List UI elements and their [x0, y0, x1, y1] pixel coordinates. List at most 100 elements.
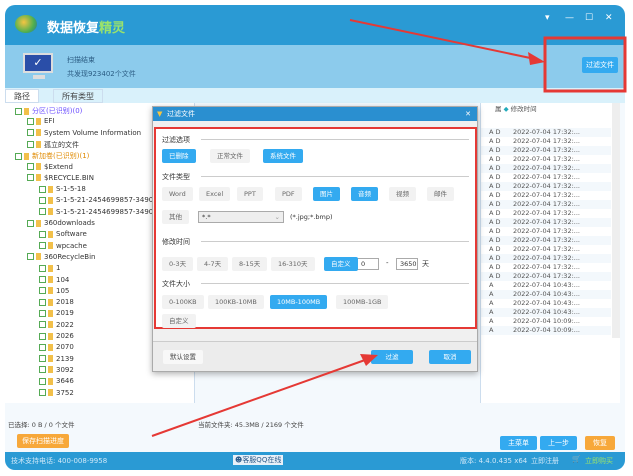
table-row[interactable]: A D 2022-07-04 17:32:...: [481, 245, 611, 254]
table-row[interactable]: A D 2022-07-04 17:32:...: [481, 272, 611, 281]
qq-online-link[interactable]: ☻客服QQ在线: [233, 455, 284, 465]
option-4-7天[interactable]: 4-7天: [197, 257, 229, 271]
tree-node[interactable]: 新加卷(已识别)(1): [15, 151, 89, 161]
checkbox[interactable]: [39, 366, 46, 374]
checkbox[interactable]: [39, 355, 46, 363]
table-row[interactable]: A D 2022-07-04 17:32:...: [481, 200, 611, 209]
option-Excel[interactable]: Excel: [199, 187, 231, 201]
tree-node[interactable]: S-1-5-21-2454699857-3490: [39, 208, 153, 216]
table-row[interactable]: A D 2022-07-04 17:32:...: [481, 137, 611, 146]
prev-button[interactable]: 上一步: [540, 436, 577, 450]
table-row[interactable]: A D 2022-07-04 17:32:...: [481, 182, 611, 191]
tree-node[interactable]: 2022: [39, 321, 74, 329]
table-row[interactable]: A D 2022-07-04 17:32:...: [481, 146, 611, 155]
default-settings-button[interactable]: 默认设置: [163, 350, 203, 364]
checkbox[interactable]: [27, 163, 34, 170]
checkbox[interactable]: [27, 253, 34, 261]
checkbox[interactable]: [39, 208, 46, 216]
tab-path[interactable]: 路径: [5, 89, 39, 103]
option-自定义[interactable]: 自定义: [324, 257, 358, 271]
checkbox[interactable]: [39, 242, 46, 250]
table-row[interactable]: A 2022-07-04 10:43:...: [481, 290, 611, 299]
table-row[interactable]: A D 2022-07-04 17:32:...: [481, 218, 611, 227]
table-row[interactable]: A 2022-07-04 10:43:...: [481, 299, 611, 308]
checkbox[interactable]: [39, 230, 46, 238]
tree-node[interactable]: wpcache: [39, 242, 87, 250]
tree-node[interactable]: 2019: [39, 309, 74, 317]
checkbox[interactable]: [39, 332, 46, 340]
option-视频[interactable]: 视频: [389, 187, 416, 201]
option-系统文件[interactable]: 系统文件: [263, 149, 303, 163]
minimize-icon[interactable]: —: [565, 13, 574, 23]
checkbox[interactable]: [27, 129, 34, 137]
tree-node[interactable]: Software: [39, 230, 87, 238]
option-10MB-100MB[interactable]: 10MB-100MB: [270, 295, 328, 309]
tree-node[interactable]: $RECYCLE.BIN: [27, 174, 94, 182]
tree-node[interactable]: 105: [39, 287, 69, 295]
tree-node[interactable]: S-1-5-18: [39, 185, 86, 193]
main-menu-button[interactable]: 主菜单: [500, 436, 537, 450]
checkbox[interactable]: [39, 377, 46, 385]
option-已删除[interactable]: 已删除: [162, 149, 196, 163]
col-time[interactable]: 修改时间: [511, 105, 537, 113]
days-from-input[interactable]: 0: [357, 258, 379, 270]
tree-node[interactable]: 3752: [39, 389, 74, 397]
checkbox[interactable]: [39, 264, 46, 272]
days-to-input[interactable]: 3650: [396, 258, 418, 270]
tree-node[interactable]: 分区(已识别)(0): [15, 106, 82, 116]
option-PDF[interactable]: PDF: [275, 187, 302, 201]
tree-node[interactable]: 1: [39, 264, 60, 272]
vertical-scrollbar[interactable]: [612, 103, 620, 338]
checkbox[interactable]: [39, 321, 46, 329]
option-custom-size[interactable]: 自定义: [162, 314, 196, 328]
tree-node[interactable]: 3092: [39, 366, 74, 374]
table-row[interactable]: A D 2022-07-04 17:32:...: [481, 263, 611, 272]
table-row[interactable]: A D 2022-07-04 17:32:...: [481, 164, 611, 173]
table-row[interactable]: A D 2022-07-04 17:32:...: [481, 227, 611, 236]
checkbox[interactable]: [27, 219, 34, 227]
checkbox[interactable]: [39, 309, 46, 317]
checkbox[interactable]: [15, 152, 22, 160]
filter-apply-button[interactable]: 过滤: [371, 350, 413, 364]
table-row[interactable]: A 2022-07-04 10:43:...: [481, 281, 611, 290]
checkbox[interactable]: [39, 185, 46, 193]
table-row[interactable]: A 2022-07-04 10:43:...: [481, 308, 611, 317]
option-16-310天[interactable]: 16-310天: [271, 257, 315, 271]
tree-node[interactable]: System Volume Information: [27, 129, 141, 137]
tree-node[interactable]: 2070: [39, 343, 74, 351]
menu-icon[interactable]: ▾: [545, 13, 550, 23]
tree-node[interactable]: $Extend: [27, 163, 73, 171]
checkbox[interactable]: [39, 298, 46, 306]
tree-node[interactable]: 360downloads: [27, 219, 95, 227]
option-8-15天[interactable]: 8-15天: [232, 257, 268, 271]
table-row[interactable]: A D 2022-07-04 17:32:...: [481, 254, 611, 263]
tree-node[interactable]: 2139: [39, 355, 74, 363]
tree-node[interactable]: 2026: [39, 332, 74, 340]
table-row[interactable]: A D 2022-07-04 17:32:...: [481, 209, 611, 218]
table-row[interactable]: A 2022-07-04 10:09:...: [481, 317, 611, 326]
tab-all-types[interactable]: 所有类型: [53, 89, 103, 103]
other-type-button[interactable]: 其他: [162, 210, 189, 224]
filter-files-button[interactable]: 过滤文件: [582, 57, 618, 73]
file-list[interactable]: 属 ◆ 修改时间 A D 2022-07-04 17:32:... A D 2022-…: [480, 103, 620, 403]
option-Word[interactable]: Word: [162, 187, 193, 201]
checkbox[interactable]: [15, 107, 22, 115]
buy-link[interactable]: 立即购买: [585, 456, 613, 466]
option-图片[interactable]: 图片: [313, 187, 340, 201]
register-link[interactable]: 立即注册: [531, 456, 559, 466]
table-row[interactable]: A 2022-07-04 10:09:...: [481, 326, 611, 335]
checkbox[interactable]: [39, 196, 46, 204]
extension-select[interactable]: *.* ⌄: [198, 211, 284, 223]
save-progress-button[interactable]: 保存扫描进度: [17, 434, 69, 448]
table-row[interactable]: A D 2022-07-04 17:32:...: [481, 128, 611, 137]
checkbox[interactable]: [27, 141, 34, 149]
close-icon[interactable]: ✕: [605, 13, 613, 23]
option-0-3天[interactable]: 0-3天: [162, 257, 194, 271]
option-0-100KB[interactable]: 0-100KB: [162, 295, 204, 309]
table-row[interactable]: A D 2022-07-04 17:32:...: [481, 173, 611, 182]
checkbox[interactable]: [39, 343, 46, 351]
tree-node[interactable]: 3646: [39, 377, 74, 385]
tree-node[interactable]: 360RecycleBin: [27, 253, 96, 261]
option-音频[interactable]: 音频: [351, 187, 378, 201]
checkbox[interactable]: [39, 276, 46, 283]
